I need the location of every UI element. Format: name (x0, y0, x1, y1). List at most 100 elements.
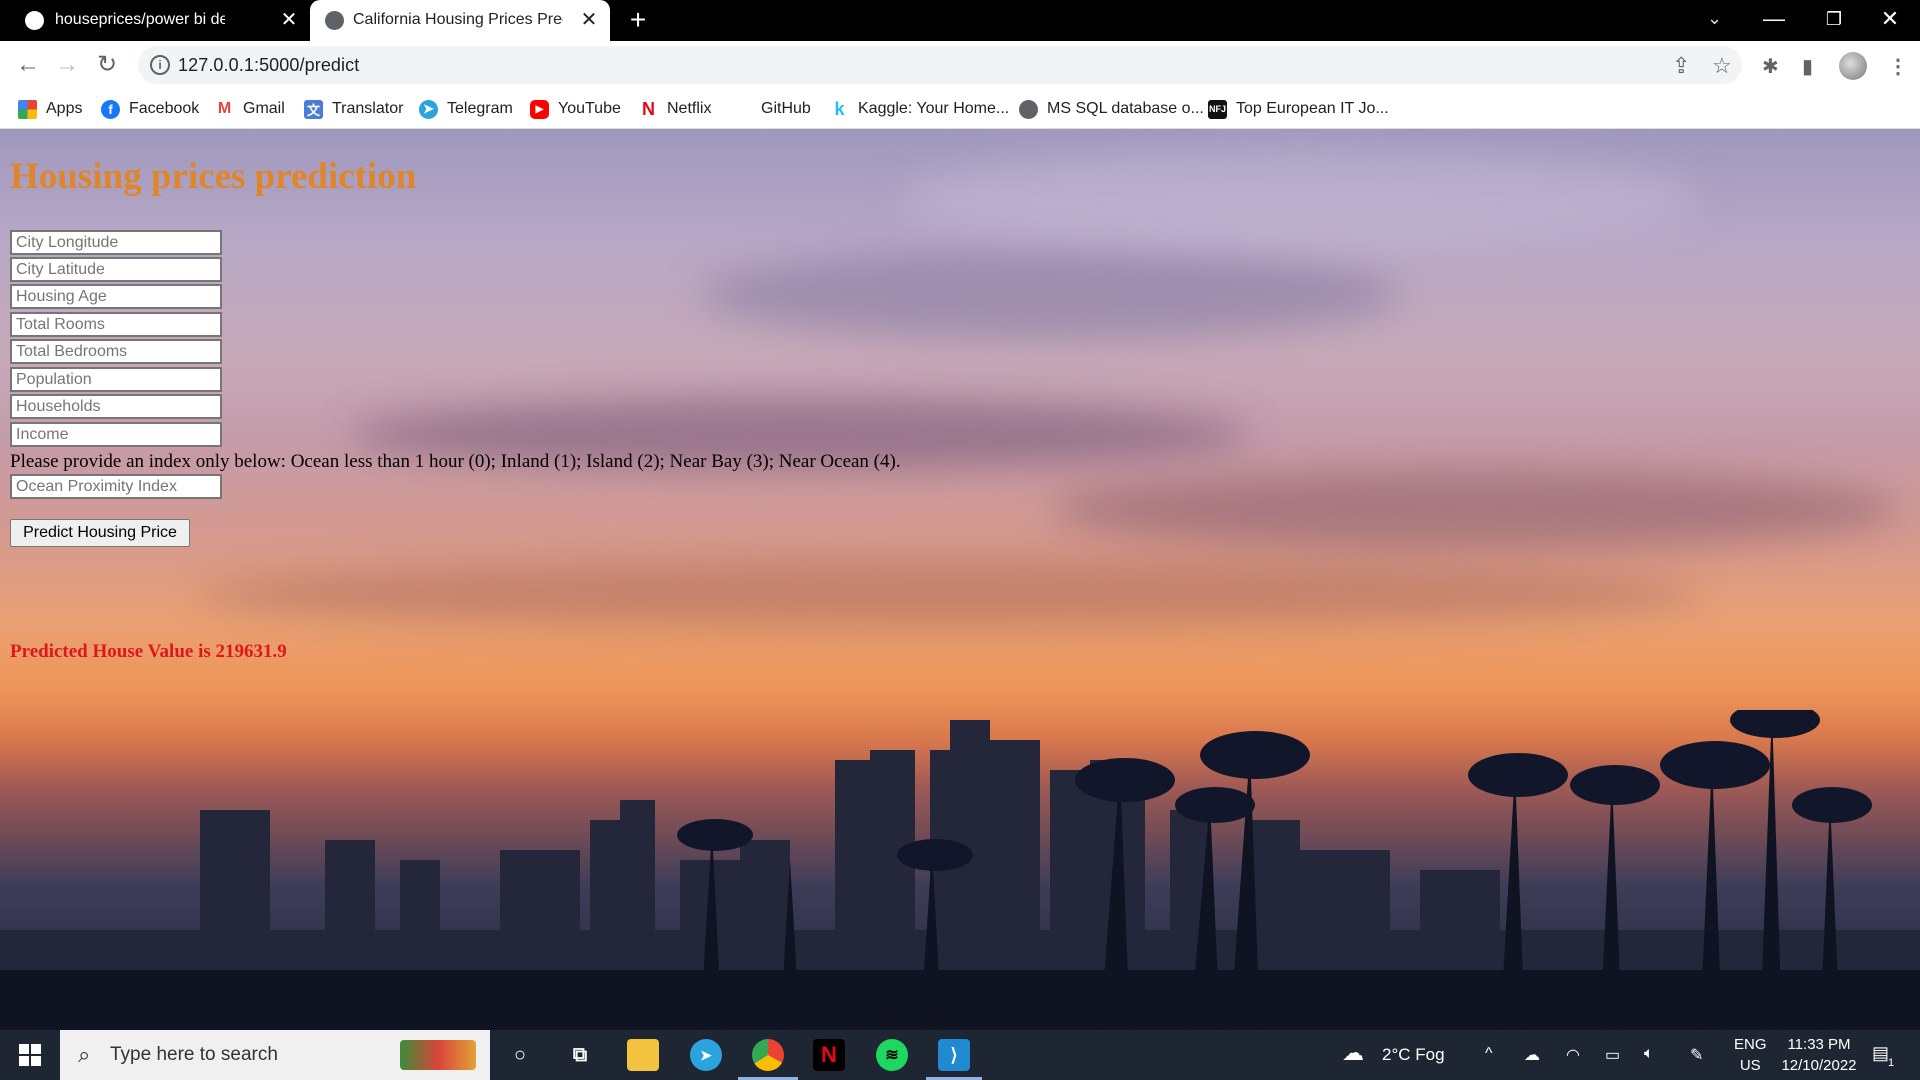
city-longitude-input[interactable] (10, 230, 222, 255)
globe-icon (1019, 99, 1038, 119)
bookmark-ms-sql[interactable]: MS SQL database o... (1019, 96, 1204, 122)
menu-kebab-icon[interactable]: ⋮ (1888, 54, 1908, 79)
translator-icon: 文 (304, 99, 323, 119)
site-info-icon[interactable]: i (150, 55, 170, 75)
netflix-icon[interactable]: N (813, 1039, 845, 1071)
extensions-icon[interactable]: ✱ (1762, 54, 1779, 79)
bookmark-translator[interactable]: 文 Translator (304, 96, 403, 122)
cloud-decoration (1050, 469, 1900, 549)
close-tab-icon[interactable]: ✕ (278, 8, 300, 32)
apps-grid-icon (18, 99, 37, 119)
telegram-icon: ➤ (419, 99, 438, 119)
reload-button[interactable]: ↻ (91, 50, 123, 80)
wifi-icon[interactable]: ◠ (1566, 1045, 1580, 1065)
cloud-decoration (700, 249, 1400, 339)
bookmark-facebook[interactable]: f Facebook (101, 96, 199, 122)
url-text[interactable]: 127.0.0.1:5000/predict (178, 55, 359, 76)
housing-age-input[interactable] (10, 284, 222, 309)
restore-button[interactable]: ❐ (1814, 9, 1854, 30)
tab-github[interactable]: houseprices/power bi deployed r ✕ (0, 0, 310, 41)
start-button[interactable] (0, 1030, 60, 1080)
city-skyline-image (0, 710, 1920, 1030)
tab-housing-prediction[interactable]: California Housing Prices Predicti ✕ (310, 0, 610, 41)
cortana-icon[interactable]: ○ (504, 1039, 536, 1071)
windows-logo-icon (19, 1044, 41, 1066)
cloud-decoration (900, 149, 1700, 249)
predict-housing-price-button[interactable]: Predict Housing Price (10, 519, 190, 547)
pen-icon[interactable]: ✎ (1690, 1045, 1703, 1065)
kaggle-icon: k (830, 99, 849, 119)
back-button[interactable]: ← (12, 50, 44, 80)
keyboard-layout: US (1739, 1057, 1761, 1074)
city-latitude-input[interactable] (10, 257, 222, 282)
bookmark-label: Facebook (129, 100, 200, 117)
bookmark-youtube[interactable]: ▶ YouTube (530, 96, 621, 122)
bookmark-label: Apps (46, 100, 83, 117)
weather-text[interactable]: 2°C Fog (1382, 1045, 1445, 1065)
notification-count: 1 (1888, 1057, 1895, 1069)
tab-title: California Housing Prices Predicti (353, 11, 563, 28)
total-bedrooms-input[interactable] (10, 339, 222, 364)
tab-search-chevron-icon[interactable]: ⌄ (1707, 8, 1722, 29)
bookmark-netflix[interactable]: N Netflix (639, 96, 711, 122)
ocean-proximity-index-input[interactable] (10, 474, 222, 499)
total-rooms-input[interactable] (10, 312, 222, 337)
file-explorer-icon[interactable] (627, 1039, 659, 1071)
close-tab-icon[interactable]: ✕ (578, 8, 600, 32)
globe-icon (325, 11, 344, 30)
share-icon[interactable]: ⇪ (1672, 53, 1690, 79)
weather-cloud-icon: ☁ (1342, 1040, 1364, 1065)
windows-taskbar: ⌕ Type here to search ○ ⧉ ➤ N ≋ ⟩ ☁ 2°C … (0, 1030, 1920, 1080)
chrome-icon[interactable] (752, 1039, 784, 1071)
bookmark-label: Translator (332, 100, 404, 117)
bookmark-telegram[interactable]: ➤ Telegram (419, 96, 513, 122)
notifications-icon[interactable]: ▤ (1872, 1043, 1889, 1064)
show-hidden-icons-chevron-icon[interactable]: ^ (1485, 1045, 1493, 1063)
page-content: Housing prices prediction Please provide… (0, 129, 1920, 1030)
new-tab-button[interactable]: + (624, 4, 652, 36)
spotify-icon[interactable]: ≋ (876, 1039, 908, 1071)
bookmarks-bar: Apps f Facebook M Gmail 文 Translator ➤ T… (0, 89, 1920, 129)
page-title: Housing prices prediction (10, 156, 417, 197)
vscode-icon[interactable]: ⟩ (938, 1039, 970, 1071)
minimize-button[interactable]: — (1754, 6, 1794, 32)
telegram-icon[interactable]: ➤ (690, 1039, 722, 1071)
bookmark-apps[interactable]: Apps (18, 96, 82, 122)
github-icon (25, 11, 44, 30)
bookmark-label: Top European IT Jo... (1236, 100, 1389, 117)
bookmark-top-european-it[interactable]: NFJ Top European IT Jo... (1208, 96, 1389, 122)
bookmark-label: Telegram (447, 100, 513, 117)
profile-avatar[interactable] (1839, 52, 1867, 80)
ocean-proximity-hint: Please provide an index only below: Ocea… (10, 451, 901, 472)
close-window-button[interactable]: ✕ (1870, 6, 1910, 32)
search-icon: ⌕ (78, 1042, 91, 1067)
prediction-result: Predicted House Value is 219631.9 (10, 641, 287, 662)
bookmark-kaggle[interactable]: k Kaggle: Your Home... (830, 96, 1009, 122)
taskbar-search-box[interactable]: ⌕ Type here to search (60, 1030, 490, 1080)
bookmark-label: MS SQL database o... (1047, 100, 1204, 117)
cloud-decoration (200, 559, 1700, 629)
clock-date: 12/10/2022 (1781, 1057, 1857, 1074)
battery-icon[interactable]: ▭ (1605, 1045, 1620, 1065)
onedrive-icon[interactable]: ☁ (1524, 1045, 1540, 1065)
gift-box-icon (400, 1040, 476, 1070)
tab-title: houseprices/power bi deployed r (55, 11, 225, 28)
population-input[interactable] (10, 367, 222, 392)
bookmark-star-icon[interactable]: ☆ (1712, 53, 1732, 79)
bookmark-github[interactable]: GitHub (733, 96, 811, 122)
bookmark-gmail[interactable]: M Gmail (215, 96, 285, 122)
side-panel-icon[interactable]: ▮ (1802, 54, 1813, 79)
volume-icon[interactable]: 🔈︎ (1644, 1045, 1654, 1063)
youtube-icon: ▶ (530, 99, 549, 119)
language-indicator[interactable]: ENG US (1734, 1034, 1767, 1076)
address-bar[interactable]: i 127.0.0.1:5000/predict ⇪ ☆ (138, 46, 1742, 84)
netflix-icon: N (639, 99, 658, 119)
github-icon (733, 99, 752, 119)
households-input[interactable] (10, 394, 222, 419)
system-clock[interactable]: 11:33 PM 12/10/2022 (1764, 1034, 1874, 1076)
bookmark-label: Netflix (667, 100, 712, 117)
gmail-icon: M (215, 99, 234, 119)
income-input[interactable] (10, 422, 222, 447)
forward-button[interactable]: → (51, 50, 83, 80)
task-view-icon[interactable]: ⧉ (564, 1039, 596, 1071)
